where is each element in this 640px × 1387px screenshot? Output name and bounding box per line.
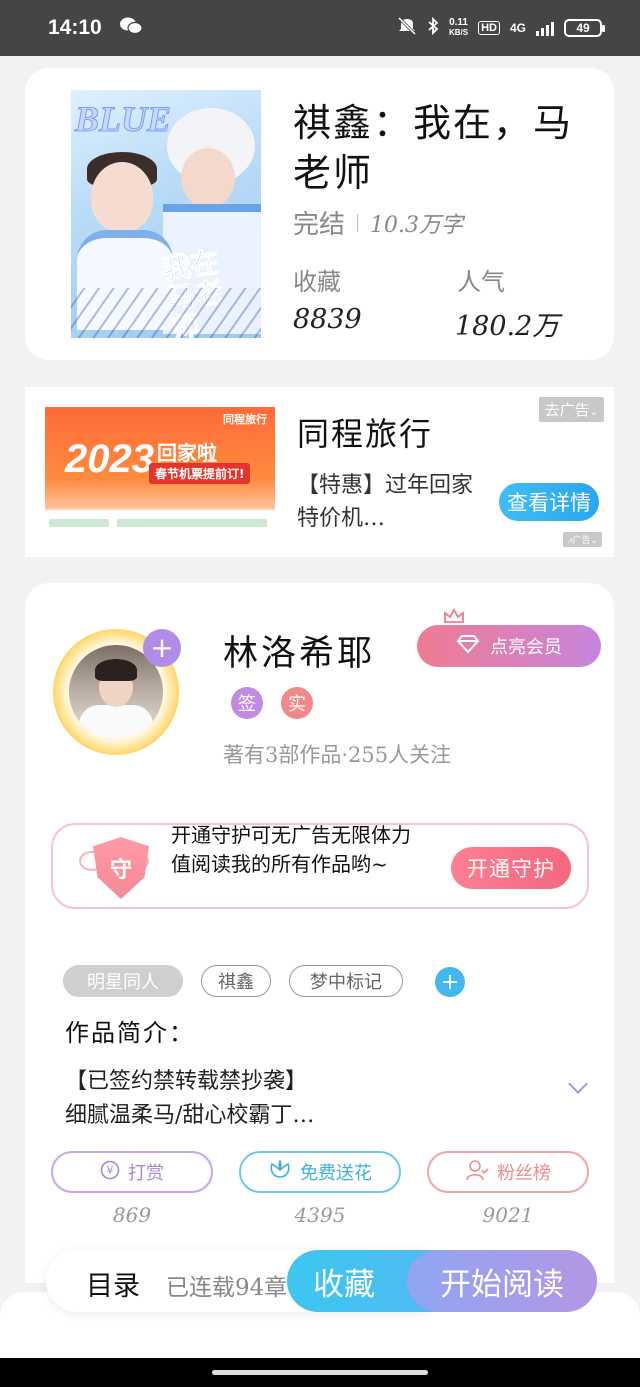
status-time: 14:10 (48, 16, 102, 39)
toc-label[interactable]: 目录 (86, 1264, 140, 1303)
bluetooth-icon (427, 16, 439, 39)
reward-count: 869 (112, 1203, 152, 1227)
fans-count: 9021 (482, 1203, 534, 1227)
book-meta: 完结 10.3万字 (293, 204, 463, 241)
popularity-value: 180.2万 (455, 311, 560, 342)
book-status: 完结 (293, 210, 346, 240)
popularity-label: 人气 (457, 268, 505, 296)
ad-image-footer (45, 511, 275, 537)
author-name[interactable]: 林洛希耶 (223, 625, 375, 676)
send-flower-button[interactable]: 免费送花 (239, 1151, 401, 1193)
mute-icon (397, 16, 417, 39)
chevron-down-icon: ⌄ (589, 407, 598, 418)
tag-item[interactable]: 祺鑫 (201, 965, 271, 997)
ad-title: 同程旅行 (297, 415, 434, 453)
ad-details-button[interactable]: 查看详情 (499, 483, 599, 521)
flower-count: 4395 (294, 1203, 346, 1227)
open-guard-button[interactable]: 开通守护 (451, 847, 571, 889)
remove-ad-button[interactable]: 去广告⌄ (538, 397, 604, 422)
signal-icon (536, 20, 554, 36)
ad-card[interactable]: 同程旅行 2023 回家啦 春节机票提前订! 去广告⌄ 同程旅行 【特惠】过年回… (25, 387, 614, 557)
svg-text:¥: ¥ (107, 1164, 114, 1177)
plus-icon: + (150, 631, 174, 664)
network-speed: 0.11 KB/S (448, 17, 469, 38)
flower-icon (268, 1158, 292, 1186)
ad-mark[interactable]: ⩘广告⌄ (563, 532, 602, 547)
book-cover[interactable]: BLUE 我在马老师 (71, 90, 261, 338)
toc-status: 已连载94章 (166, 1275, 288, 1301)
shield-icon: 守 (93, 837, 149, 899)
guard-banner: 守 开通守护可无广告无限体力值阅读我的所有作品哟~ 开通守护 (51, 823, 589, 909)
verified-badge: 实 (281, 687, 313, 719)
vip-label: 点亮会员 (490, 637, 562, 658)
coin-icon: ¥ (100, 1160, 120, 1185)
network-type: 4G (509, 21, 526, 35)
ad-image-brand: 同程旅行 (223, 413, 267, 426)
navigation-bar (0, 1358, 640, 1387)
battery-icon: 49 (564, 19, 605, 37)
author-info: 著有3部作品·255人关注 (223, 743, 452, 767)
plus-icon: + (440, 969, 460, 995)
chevron-down-icon[interactable] (568, 1074, 588, 1094)
chevron-down-icon: ⌄ (590, 536, 598, 546)
hd-badge: HD (478, 21, 500, 35)
follow-button[interactable]: + (143, 629, 181, 667)
favorites-value: 8839 (293, 304, 362, 335)
intro-label: 作品简介： (65, 1019, 195, 1047)
ad-image-sub: 春节机票提前订! (149, 463, 251, 484)
wechat-icon (119, 17, 143, 40)
book-title: 祺鑫：我在，马老师 (293, 101, 574, 195)
signed-badge: 签 (231, 687, 263, 719)
cover-art-text: BLUE (74, 99, 172, 140)
add-tag-button[interactable]: + (435, 967, 465, 997)
guard-text: 开通守护可无广告无限体力值阅读我的所有作品哟~ (171, 823, 411, 876)
ad-image-year: 2023 (65, 437, 154, 481)
diamond-icon (456, 634, 480, 658)
fans-rank-button[interactable]: 粉丝榜 (427, 1151, 589, 1193)
tag-item[interactable]: 梦中标记 (289, 965, 403, 997)
author-card: + 林洛希耶 签 实 著有3部作品·255人关注 点亮会员 守 开通守护可无广告… (25, 583, 614, 1283)
status-bar: 14:10 0.11 KB/S HD 4G 49 (0, 0, 640, 56)
start-reading-button[interactable]: 开始阅读 (407, 1250, 597, 1312)
tag-item[interactable]: 明星同人 (63, 965, 183, 997)
vip-button[interactable]: 点亮会员 (417, 625, 601, 667)
home-indicator[interactable] (212, 1370, 428, 1375)
book-card: BLUE 我在马老师 祺鑫：我在，马老师 完结 10.3万字 收藏 人气 883… (25, 68, 614, 360)
fans-icon (465, 1159, 489, 1186)
favorites-label: 收藏 (293, 268, 341, 296)
reward-button[interactable]: ¥ 打赏 (51, 1151, 213, 1193)
ad-image-headline: 回家啦 (157, 441, 217, 465)
book-word-count: 10.3万字 (370, 212, 464, 238)
ad-description: 【特惠】过年回家特价机… (297, 473, 474, 531)
ad-image[interactable]: 同程旅行 2023 回家啦 春节机票提前订! (45, 407, 275, 537)
intro-text[interactable]: 【已签约禁转载禁抄袭】 细腻温柔马/甜心校霸丁… (65, 1065, 525, 1133)
